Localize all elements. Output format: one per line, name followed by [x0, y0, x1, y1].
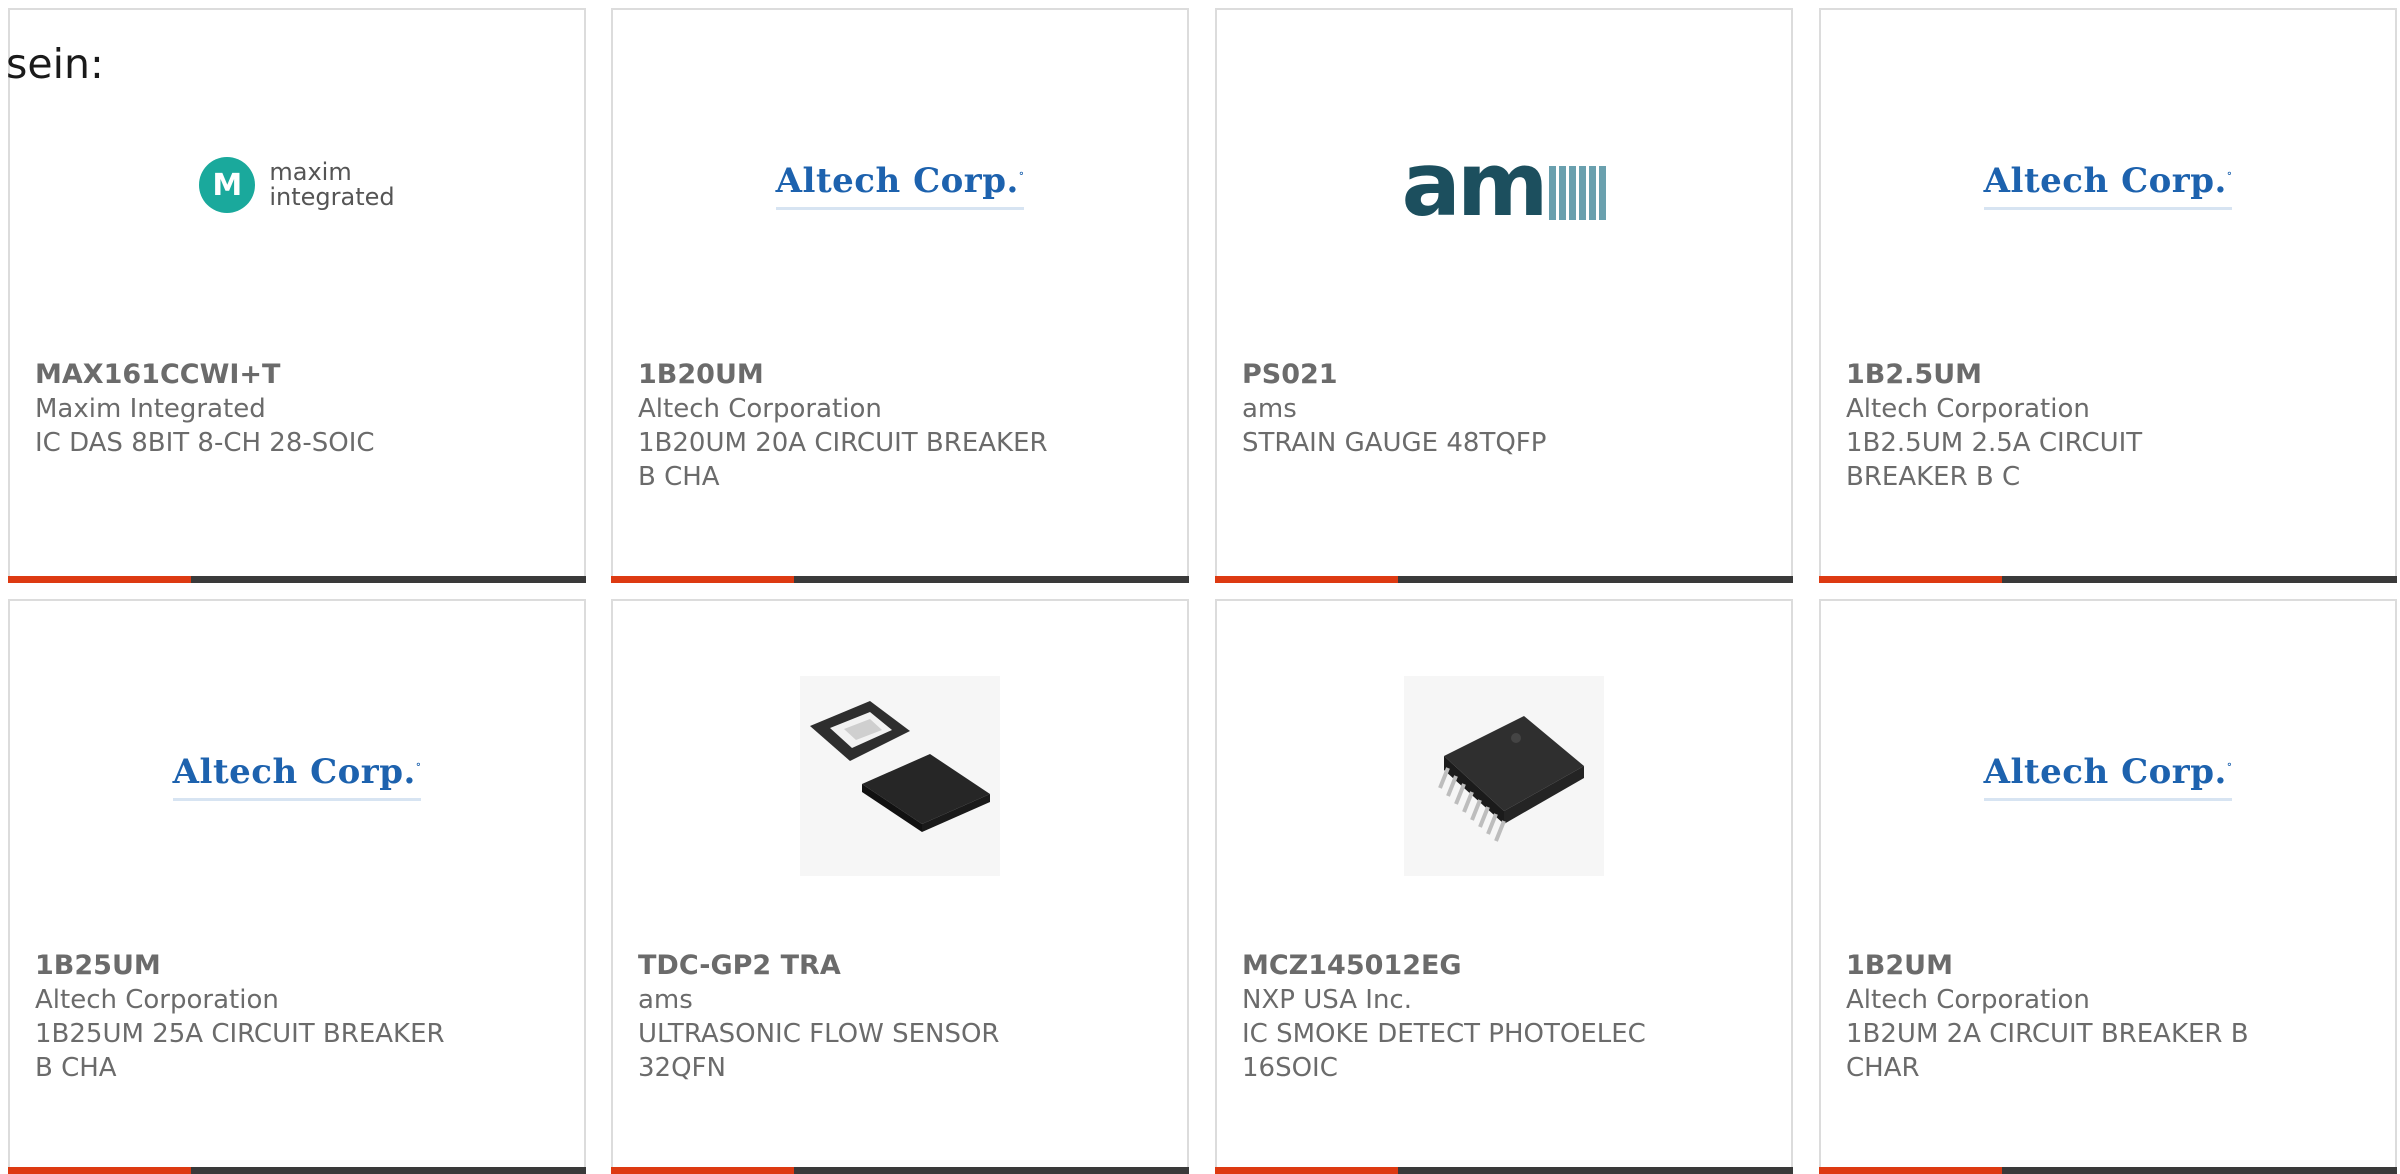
logo-text: maxim: [269, 158, 352, 186]
card-bottom-bar: [1819, 1167, 2397, 1174]
card-accent-bar: [1215, 576, 1398, 583]
maxim-integrated-logo: M maxim integrated: [199, 157, 395, 213]
product-image: [613, 661, 1187, 891]
manufacturer-logo: Altech Corp.°: [613, 70, 1187, 300]
product-description: 1B25UM 25A CIRCUIT BREAKER B CHA: [35, 1019, 445, 1083]
product-card[interactable]: Altech Corp.° 1B25UM Altech Corporation …: [8, 599, 586, 1174]
part-number[interactable]: 1B2.5UM: [1846, 358, 2385, 392]
ams-logo: am: [1401, 141, 1607, 229]
soic-chip-photo: [1404, 676, 1604, 876]
altech-corp-logo: Altech Corp.°: [172, 752, 422, 801]
manufacturer-name: ams: [1242, 394, 1297, 424]
manufacturer-name: Maxim Integrated: [35, 394, 266, 424]
part-number[interactable]: MCZ145012EG: [1242, 949, 1781, 983]
part-number[interactable]: PS021: [1242, 358, 1781, 392]
product-card[interactable]: M maxim integrated MAX161CCWI+T Maxim In…: [8, 8, 586, 583]
card-accent-bar: [1215, 1167, 1398, 1174]
qfn-chip-photo: [800, 676, 1000, 876]
manufacturer-name: NXP USA Inc.: [1242, 985, 1412, 1015]
card-accent-bar: [1819, 576, 2002, 583]
product-card[interactable]: Altech Corp.° 1B2.5UM Altech Corporation…: [1819, 8, 2397, 583]
product-card[interactable]: Altech Corp.° 1B20UM Altech Corporation …: [611, 8, 1189, 583]
product-description: STRAIN GAUGE 48TQFP: [1242, 428, 1547, 458]
card-accent-bar: [611, 1167, 794, 1174]
part-number[interactable]: TDC-GP2 TRA: [638, 949, 1177, 983]
product-description: 1B2.5UM 2.5A CIRCUIT BREAKER B C: [1846, 428, 2143, 492]
part-number[interactable]: 1B20UM: [638, 358, 1177, 392]
product-image: [1217, 661, 1791, 891]
manufacturer-name: Altech Corporation: [638, 394, 882, 424]
card-accent-bar: [8, 576, 191, 583]
manufacturer-logo: Altech Corp.°: [1821, 661, 2395, 891]
altech-corp-logo: Altech Corp.°: [1983, 752, 2233, 801]
card-bottom-bar: [1215, 1167, 1793, 1174]
card-bottom-bar: [611, 576, 1189, 583]
card-bottom-bar: [1215, 576, 1793, 583]
card-bottom-bar: [8, 576, 586, 583]
manufacturer-logo: am: [1217, 70, 1791, 300]
manufacturer-logo: Altech Corp.°: [1821, 70, 2395, 300]
product-card[interactable]: am PS021 ams STRAIN GAUGE 48TQFP: [1215, 8, 1793, 583]
product-description: IC DAS 8BIT 8-CH 28-SOIC: [35, 428, 375, 458]
part-number[interactable]: 1B25UM: [35, 949, 574, 983]
maxim-mark-icon: M: [199, 157, 256, 213]
card-accent-bar: [1819, 1167, 2002, 1174]
part-number[interactable]: 1B2UM: [1846, 949, 2385, 983]
intro-text: sein:: [6, 40, 104, 88]
manufacturer-name: Altech Corporation: [1846, 985, 2090, 1015]
manufacturer-name: Altech Corporation: [35, 985, 279, 1015]
manufacturer-logo: M maxim integrated: [10, 70, 584, 300]
card-bottom-bar: [611, 1167, 1189, 1174]
part-number[interactable]: MAX161CCWI+T: [35, 358, 574, 392]
product-card[interactable]: Altech Corp.° 1B2UM Altech Corporation 1…: [1819, 599, 2397, 1174]
card-accent-bar: [611, 576, 794, 583]
product-card[interactable]: MCZ145012EG NXP USA Inc. IC SMOKE DETECT…: [1215, 599, 1793, 1174]
product-grid: M maxim integrated MAX161CCWI+T Maxim In…: [0, 0, 2400, 1174]
ams-grid-icon: [1548, 166, 1607, 220]
card-bottom-bar: [8, 1167, 586, 1174]
altech-corp-logo: Altech Corp.°: [775, 161, 1025, 210]
product-card[interactable]: TDC-GP2 TRA ams ULTRASONIC FLOW SENSOR 3…: [611, 599, 1189, 1174]
product-description: IC SMOKE DETECT PHOTOELEC 16SOIC: [1242, 1019, 1646, 1083]
altech-corp-logo: Altech Corp.°: [1983, 161, 2233, 210]
product-description: 1B2UM 2A CIRCUIT BREAKER B CHAR: [1846, 1019, 2249, 1083]
manufacturer-name: Altech Corporation: [1846, 394, 2090, 424]
logo-text: integrated: [269, 183, 395, 211]
card-accent-bar: [8, 1167, 191, 1174]
card-bottom-bar: [1819, 576, 2397, 583]
product-description: ULTRASONIC FLOW SENSOR 32QFN: [638, 1019, 1000, 1083]
manufacturer-logo: Altech Corp.°: [10, 661, 584, 891]
product-description: 1B20UM 20A CIRCUIT BREAKER B CHA: [638, 428, 1048, 492]
manufacturer-name: ams: [638, 985, 693, 1015]
